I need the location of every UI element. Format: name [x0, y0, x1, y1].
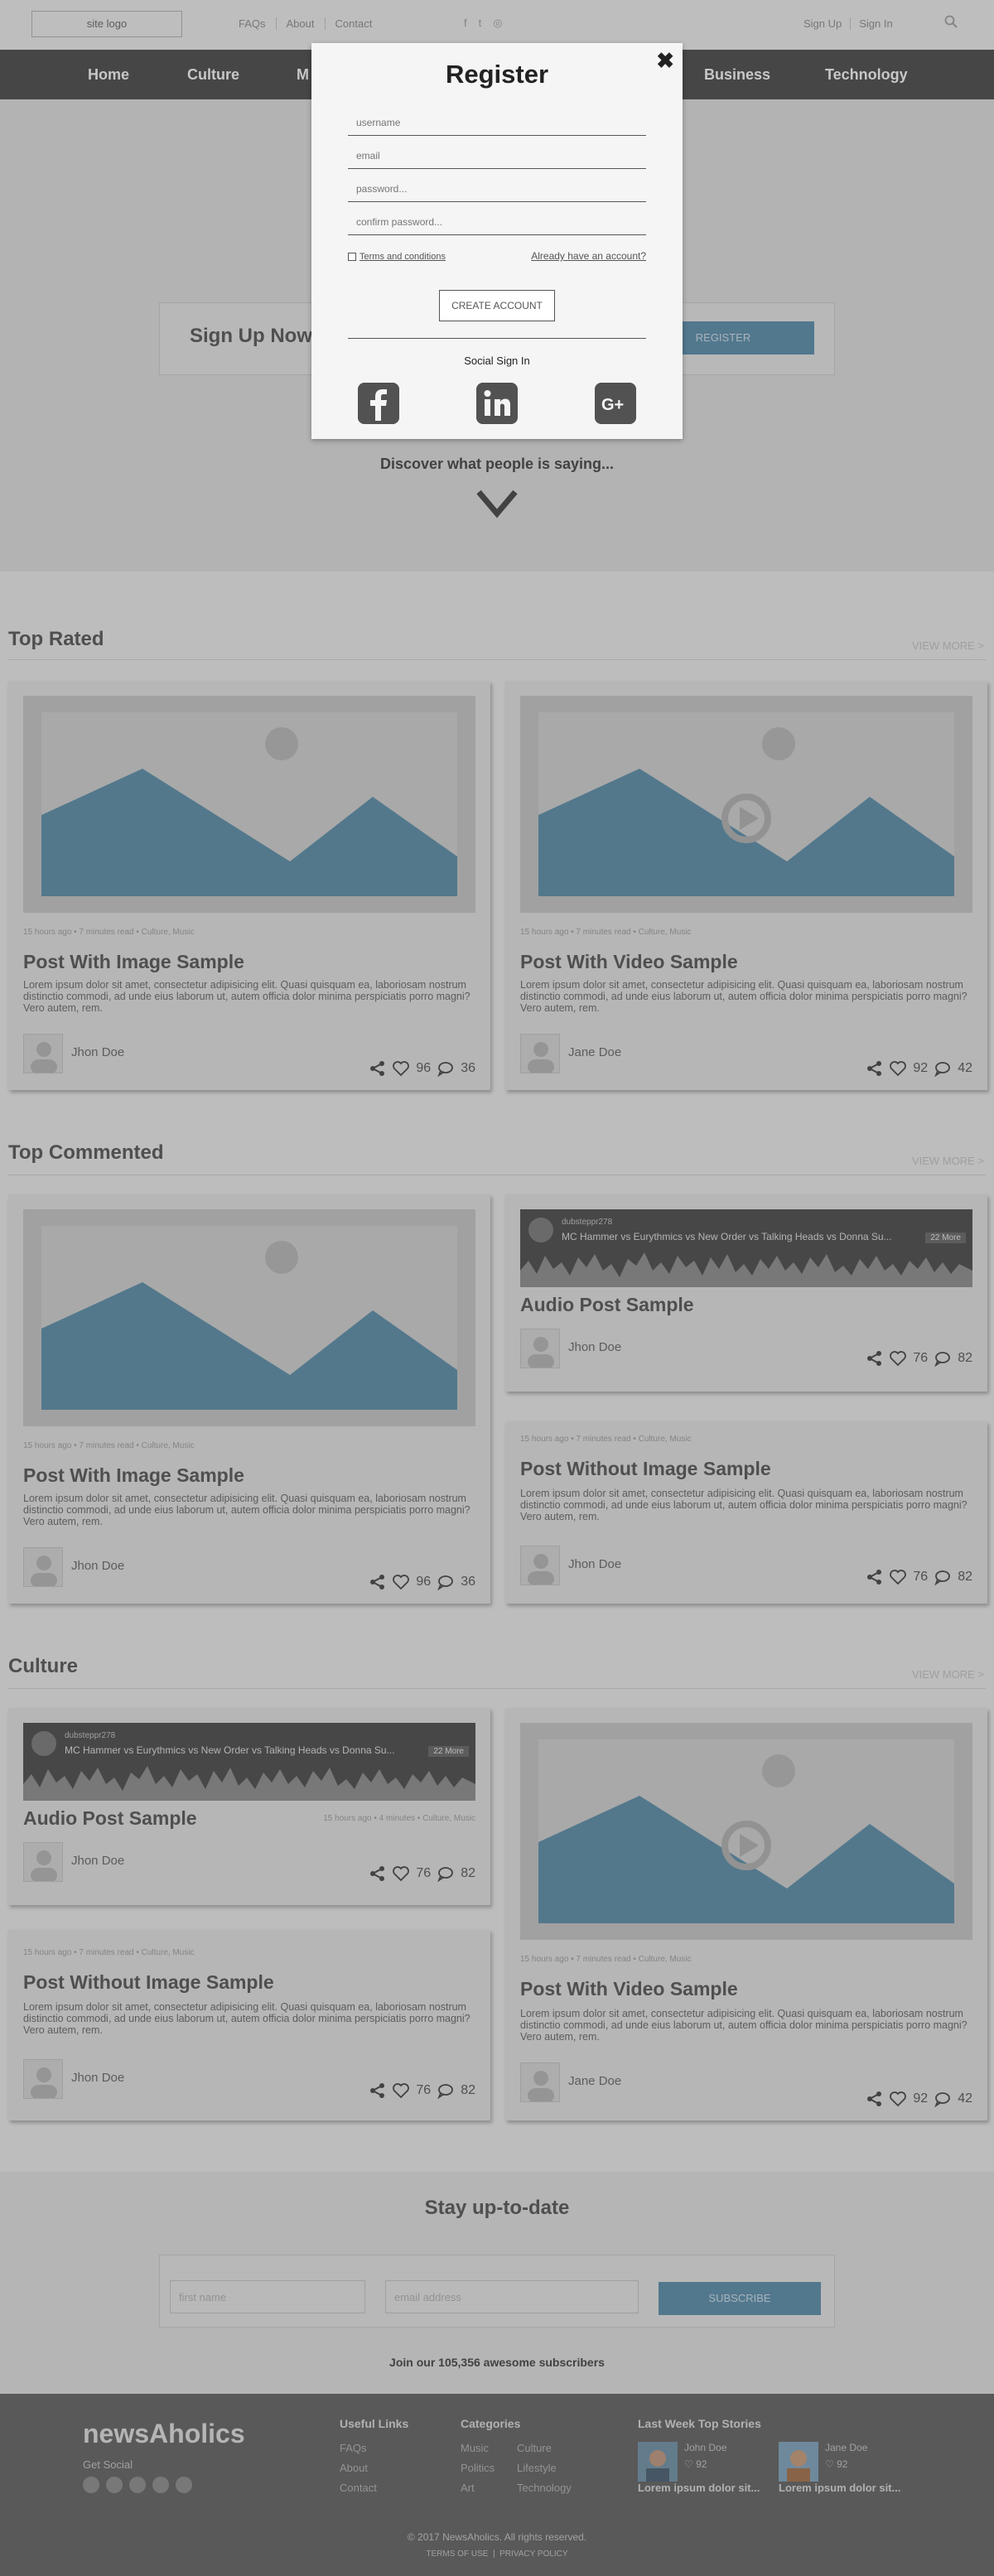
facebook-icon[interactable] — [358, 383, 399, 424]
linkedin-icon[interactable] — [476, 383, 518, 424]
register-modal: ✖ Register Terms and conditions Already … — [311, 43, 683, 439]
svg-text:G+: G+ — [601, 396, 624, 414]
divider — [348, 338, 646, 339]
email-field[interactable] — [348, 142, 646, 169]
page: site logo FAQs About Contact f t ◎ Sign … — [0, 0, 994, 2576]
google-plus-icon[interactable]: G+ — [595, 383, 636, 424]
password-field[interactable] — [348, 176, 646, 202]
modal-title: Register — [445, 60, 549, 89]
terms-checkbox[interactable] — [348, 253, 356, 261]
terms-link[interactable]: Terms and conditions — [359, 252, 446, 262]
social-signin-label: Social Sign In — [464, 355, 530, 367]
already-have-account-link[interactable]: Already have an account? — [531, 250, 646, 262]
terms-row: Terms and conditions — [348, 252, 446, 262]
confirm-password-field[interactable] — [348, 209, 646, 235]
username-field[interactable] — [348, 109, 646, 136]
create-account-button[interactable]: CREATE ACCOUNT — [439, 290, 555, 321]
